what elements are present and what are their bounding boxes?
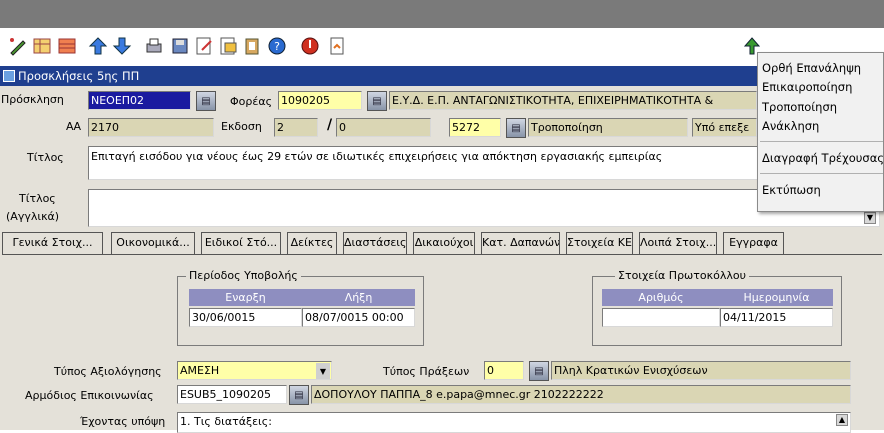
exit-icon[interactable] xyxy=(298,34,322,58)
proskl-field[interactable]: ΝΕΟΕΠ02 xyxy=(88,91,191,110)
end-field[interactable]: 08/07/0015 00:00 xyxy=(302,308,415,327)
status-right-field: Υπό επεξε xyxy=(692,118,757,137)
status-text-field: Τροποποίηση xyxy=(528,118,688,137)
aa-label: ΑΑ xyxy=(66,120,82,133)
exontas-label: Έχοντας υπόψη xyxy=(80,415,166,428)
proskl-label: Πρόσκληση xyxy=(1,93,64,106)
tab-other[interactable]: Λοιπά Στοιχ... xyxy=(639,232,717,254)
toolbar: ? xyxy=(0,28,884,66)
tab-ke[interactable]: Στοιχεία ΚΕ xyxy=(566,232,633,254)
title-bar-strip xyxy=(0,0,884,28)
armod-lov-icon[interactable]: ▤ xyxy=(289,385,309,405)
chevron-down-icon[interactable]: ▼ xyxy=(316,363,330,379)
start-field[interactable]: 30/06/0015 xyxy=(189,308,302,327)
ekdosi-sub-field[interactable]: 0 xyxy=(336,118,431,137)
menu-separator xyxy=(760,173,883,174)
armod-text-field: ΔΟΠΟΥΛΟΥ ΠΑΠΠΑ_8 e.papa@mnec.gr 21022222… xyxy=(311,385,851,404)
start-header: Εναρξη xyxy=(189,289,302,306)
titlos-en-label-2: (Αγγλικά) xyxy=(6,210,60,223)
tab-beneficiaries[interactable]: Δικαιούχοι xyxy=(413,232,475,254)
number-field[interactable] xyxy=(602,308,720,327)
window-title: Προσκλήσεις 5ης ΠΠ xyxy=(0,66,884,86)
armod-code-field[interactable]: ESUB5_1090205 xyxy=(177,385,287,404)
tab-panel-general: Περίοδος Υποβολής Εναρξη Λήξη 30/06/0015… xyxy=(2,254,882,433)
foreas-code-field[interactable]: 1090205 xyxy=(278,91,362,110)
titlos-label: Τίτλος xyxy=(27,151,64,164)
notes-icon[interactable] xyxy=(192,34,216,58)
foreas-label: Φορέας xyxy=(230,95,273,108)
tab-dimensions[interactable]: Διαστάσεις xyxy=(343,232,407,254)
menu-item-revoke[interactable]: Ανάκληση xyxy=(762,119,819,133)
save-icon[interactable] xyxy=(168,34,192,58)
exontas-scroll-up-icon[interactable]: ▲ xyxy=(836,414,848,426)
tab-documents[interactable]: Εγγραφα xyxy=(723,232,784,254)
down-arrow-icon[interactable] xyxy=(110,34,134,58)
export-icon[interactable] xyxy=(216,34,240,58)
tab-expense-categories[interactable]: Κατ. Δαπανών xyxy=(481,232,560,254)
titlos-en-scroll-down-icon[interactable]: ▼ xyxy=(864,212,876,224)
print-icon[interactable] xyxy=(142,34,166,58)
context-menu: Ορθή Επανάληψη Επικαιροποίηση Τροποποίησ… xyxy=(757,52,884,212)
tab-special[interactable]: Ειδικοί Στό... xyxy=(201,232,281,254)
up-arrow-icon[interactable] xyxy=(86,34,110,58)
menu-item-print[interactable]: Εκτύπωση xyxy=(762,183,821,197)
svg-text:?: ? xyxy=(274,40,280,53)
menu-item-repeat[interactable]: Ορθή Επανάληψη xyxy=(762,61,861,75)
number-header: Αριθμός xyxy=(602,289,720,306)
tab-bar: Γενικά Στοιχ... Οικονομικά... Ειδικοί Στ… xyxy=(2,232,882,254)
aa-field[interactable]: 2170 xyxy=(88,118,214,137)
praxeon-text-field: Πληλ Κρατικών Ενισχύσεων xyxy=(551,361,851,380)
axiol-value: ΑΜΕΣΗ xyxy=(180,364,220,377)
menu-item-update[interactable]: Επικαιροποίηση xyxy=(762,80,852,94)
praxeon-code-field[interactable]: 0 xyxy=(484,361,524,380)
protocol-title: Στοιχεία Πρωτοκόλλου xyxy=(615,269,749,282)
tab-general[interactable]: Γενικά Στοιχ... xyxy=(2,232,103,254)
ekdosi-label: Εκδοση xyxy=(221,120,262,133)
grid-icon[interactable] xyxy=(30,34,54,58)
date-header: Ημερομηνία xyxy=(720,289,833,306)
clipboard-icon[interactable] xyxy=(240,34,264,58)
proskl-lov-icon[interactable]: ▤ xyxy=(196,91,216,111)
edit-icon[interactable] xyxy=(6,34,30,58)
period-title: Περίοδος Υποβολής xyxy=(186,269,301,282)
foreas-name-field: Ε.Υ.Δ. Ε.Π. ΑΝΤΑΓΩΝΙΣΤΙΚΟΤΗΤΑ, ΕΠΙΧΕΙΡΗΜ… xyxy=(389,91,757,110)
window-title-text: Προσκλήσεις 5ης ΠΠ xyxy=(18,69,140,83)
help-icon[interactable]: ? xyxy=(265,34,289,58)
praxeon-lov-icon[interactable]: ▤ xyxy=(529,361,549,381)
status-lov-icon[interactable]: ▤ xyxy=(506,118,526,138)
table-icon[interactable] xyxy=(55,34,79,58)
axiol-label: Τύπος Αξιολόγησης xyxy=(54,365,162,378)
ekdosi-slash: / xyxy=(327,117,333,133)
axiol-select[interactable]: ΑΜΕΣΗ ▼ xyxy=(177,361,332,380)
tab-indicators[interactable]: Δείκτες xyxy=(287,232,337,254)
window-icon xyxy=(3,70,15,82)
report-icon[interactable] xyxy=(325,34,349,58)
menu-item-delete[interactable]: Διαγραφή Τρέχουσας xyxy=(762,151,884,165)
date-field[interactable]: 04/11/2015 xyxy=(720,308,833,327)
ekdosi-field[interactable]: 2 xyxy=(274,118,318,137)
tab-financial[interactable]: Οικονομικά... xyxy=(111,232,195,254)
period-group: Περίοδος Υποβολής Εναρξη Λήξη 30/06/0015… xyxy=(177,269,424,346)
protocol-group: Στοιχεία Πρωτοκόλλου Αριθμός Ημερομηνία … xyxy=(592,269,842,346)
armod-label: Αρμόδιος Επικοινωνίας xyxy=(25,389,154,402)
status-code-field[interactable]: 5272 xyxy=(449,118,501,137)
menu-item-modify[interactable]: Τροποποίηση xyxy=(762,100,837,114)
praxeon-label: Τύπος Πράξεων xyxy=(383,365,470,378)
foreas-lov-icon[interactable]: ▤ xyxy=(367,91,387,111)
menu-separator xyxy=(760,141,883,142)
end-header: Λήξη xyxy=(302,289,415,306)
titlos-en-label-1: Τίτλος xyxy=(19,192,56,205)
